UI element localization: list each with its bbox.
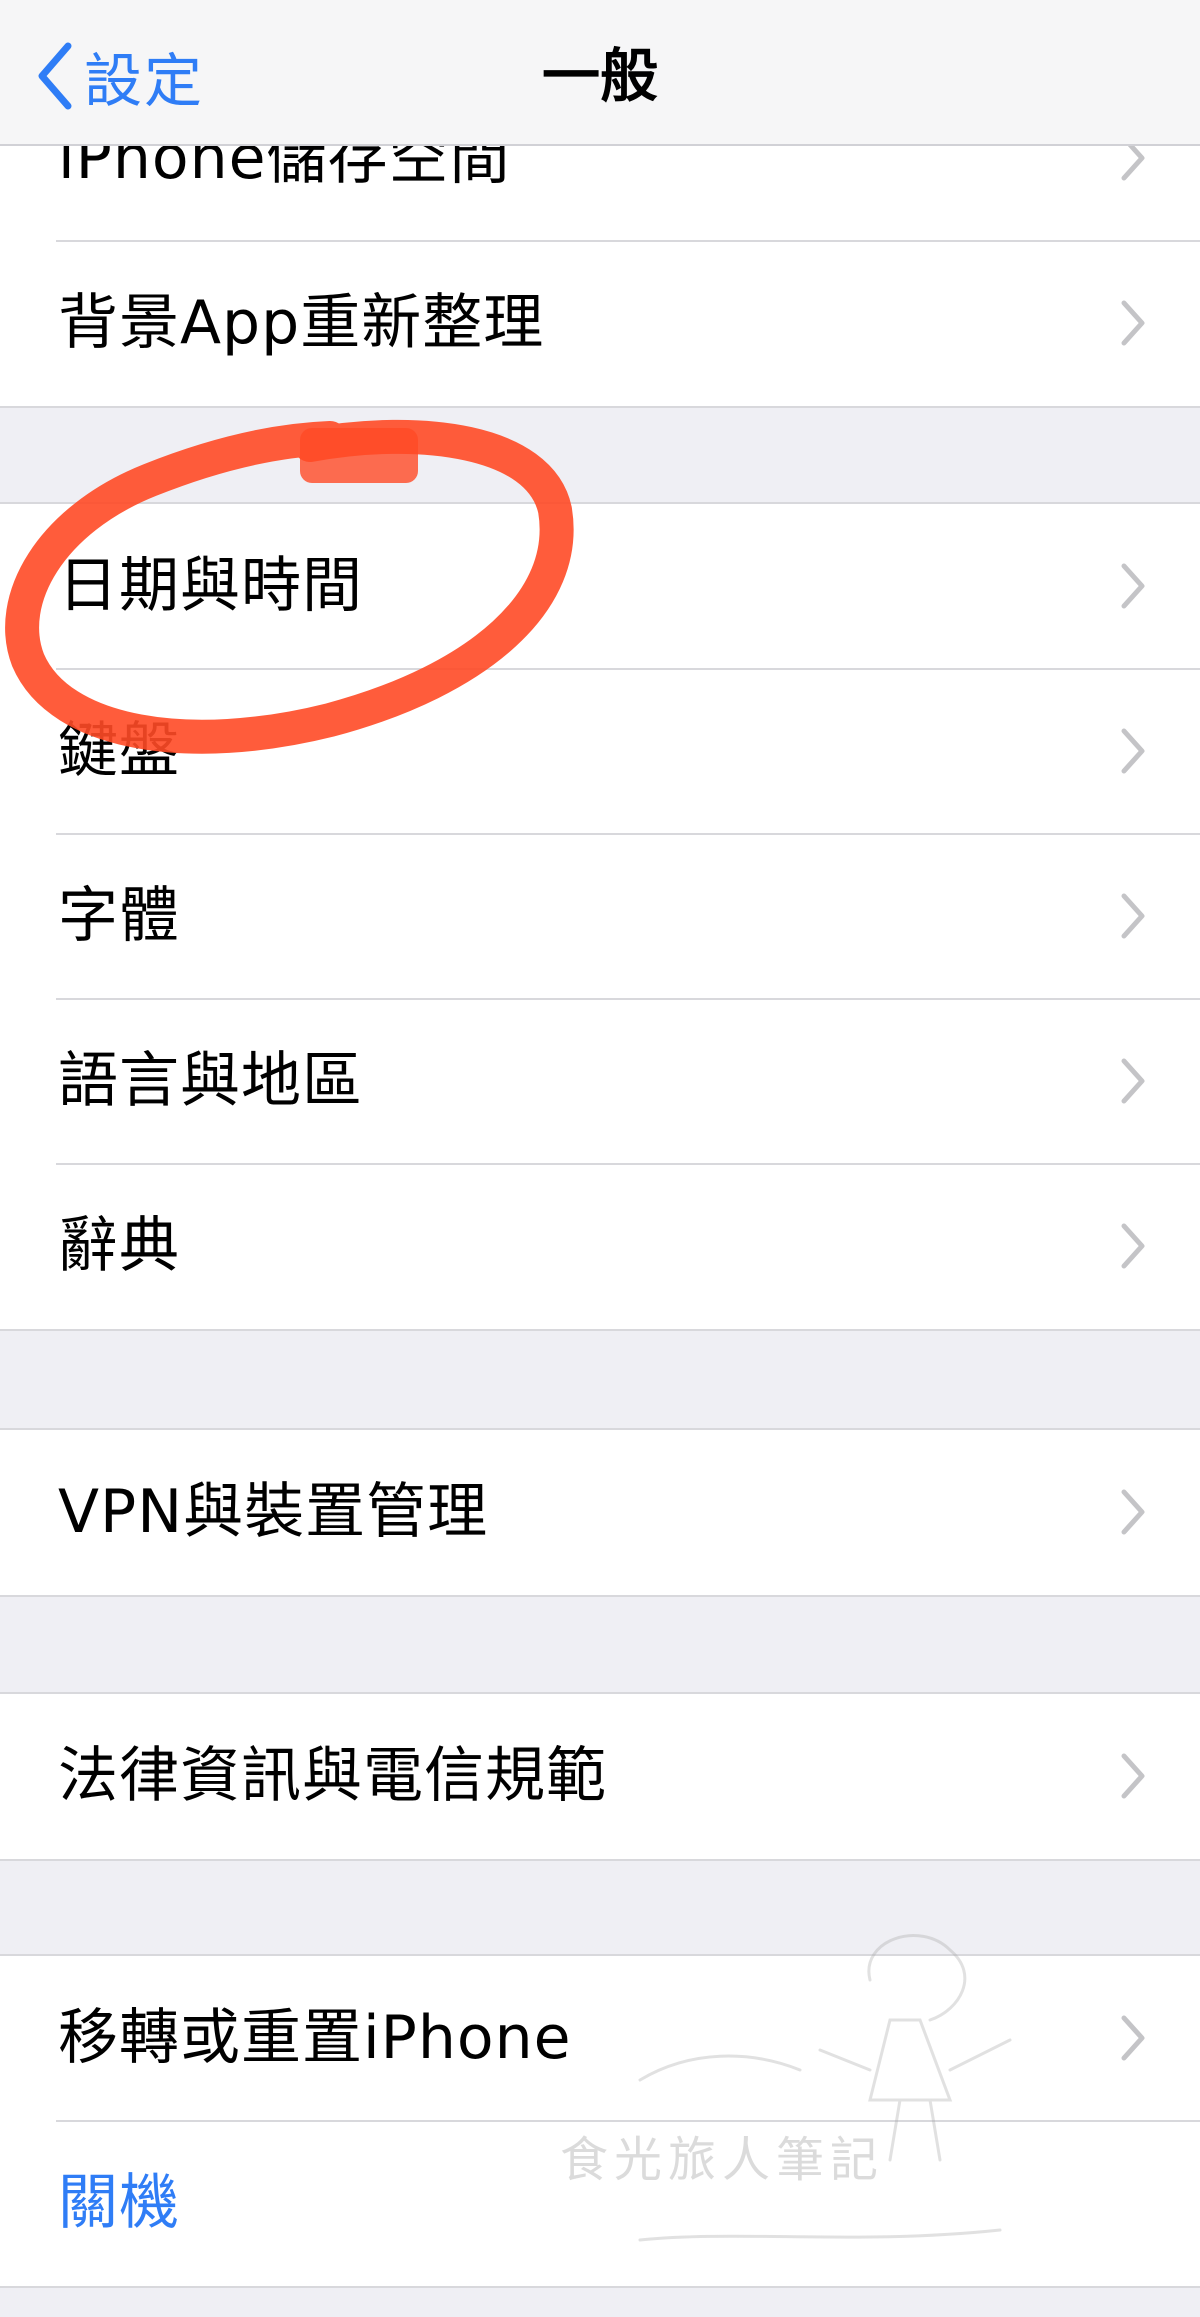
- row-shut-down[interactable]: 關機: [0, 2120, 1200, 2286]
- row-legal-regulatory[interactable]: 法律資訊與電信規範: [0, 1694, 1200, 1859]
- row-label: 日期與時間: [58, 551, 363, 621]
- chevron-right-icon: [1121, 893, 1145, 939]
- row-background-app-refresh[interactable]: 背景App重新整理: [0, 240, 1200, 406]
- row-label: 法律資訊與電信規範: [58, 1741, 607, 1811]
- row-label: 鍵盤: [58, 716, 180, 786]
- settings-group-legal: 法律資訊與電信規範: [0, 1692, 1200, 1861]
- row-date-time[interactable]: 日期與時間: [0, 504, 1200, 669]
- chevron-right-icon: [1121, 1223, 1145, 1269]
- chevron-right-icon: [1121, 728, 1145, 774]
- shut-down-label: 關機: [58, 2168, 180, 2238]
- chevron-right-icon: [1121, 563, 1145, 609]
- settings-group-vpn: VPN與裝置管理: [0, 1428, 1200, 1597]
- chevron-right-icon: [1121, 1489, 1145, 1535]
- chevron-right-icon: [1121, 1753, 1145, 1799]
- row-fonts[interactable]: 字體: [0, 833, 1200, 999]
- row-label: 字體: [58, 881, 180, 951]
- row-label: 語言與地區: [58, 1046, 363, 1116]
- row-vpn-device-management[interactable]: VPN與裝置管理: [0, 1430, 1200, 1595]
- row-keyboard[interactable]: 鍵盤: [0, 668, 1200, 834]
- row-language-region[interactable]: 語言與地區: [0, 998, 1200, 1164]
- row-label: 移轉或重置iPhone: [58, 2003, 572, 2073]
- row-label: VPN與裝置管理: [58, 1477, 489, 1547]
- row-label: 背景App重新整理: [58, 288, 545, 358]
- row-dictionary[interactable]: 辭典: [0, 1163, 1200, 1329]
- chevron-right-icon: [1121, 2015, 1145, 2061]
- settings-group-locale: 日期與時間 鍵盤 字體 語言與地區 辭典: [0, 502, 1200, 1331]
- row-label: 辭典: [58, 1211, 180, 1281]
- navigation-bar: 設定 一般: [0, 0, 1200, 146]
- page-title: 一般: [541, 42, 658, 110]
- chevron-right-icon: [1121, 300, 1145, 346]
- row-transfer-reset[interactable]: 移轉或重置iPhone: [0, 1956, 1200, 2121]
- chevron-right-icon: [1121, 1058, 1145, 1104]
- settings-group-reset: 移轉或重置iPhone 關機: [0, 1954, 1200, 2288]
